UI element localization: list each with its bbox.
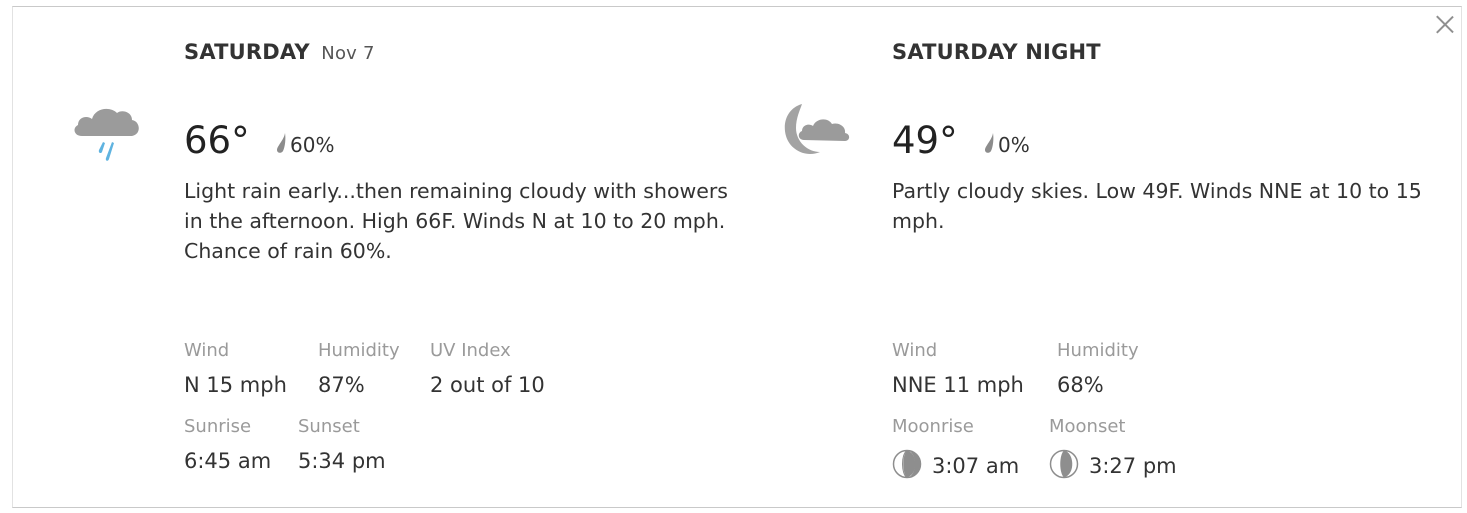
humidity-label: Humidity [318, 340, 400, 361]
day-temperature: 66° [184, 119, 250, 162]
raindrop-icon [985, 133, 994, 153]
moon-phase-icon [1049, 449, 1079, 479]
day-heading: SATURDAY Nov 7 [184, 40, 375, 64]
humidity-label: Humidity [1057, 340, 1139, 361]
wind-value: N 15 mph [184, 373, 287, 397]
night-heading: SATURDAY NIGHT [892, 40, 1101, 64]
night-moonrise: Moonrise 3:07 am [892, 416, 1019, 479]
wind-label: Wind [184, 340, 230, 361]
wind-label: Wind [892, 340, 938, 361]
close-icon[interactable] [1434, 13, 1456, 35]
humidity-value: 87% [318, 373, 365, 397]
night-moonset: Moonset 3:27 pm [1049, 416, 1177, 479]
night-temperature: 49° [892, 119, 958, 162]
day-uv-index: UV Index 2 out of 10 [430, 340, 545, 397]
night-wind: Wind NNE 11 mph [892, 340, 1024, 397]
moonset-label: Moonset [1049, 416, 1126, 437]
humidity-value: 68% [1057, 373, 1104, 397]
sunrise-value: 6:45 am [184, 449, 272, 473]
day-sunset: Sunset 5:34 pm [298, 416, 386, 473]
night-precip-value: 0% [998, 133, 1030, 157]
sunset-label: Sunset [298, 416, 360, 437]
night-humidity: Humidity 68% [1057, 340, 1139, 397]
day-date: Nov 7 [321, 43, 375, 64]
moonset-value: 3:27 pm [1089, 454, 1177, 478]
day-description: Light rain early...then remaining cloudy… [184, 179, 728, 263]
day-title: SATURDAY [184, 40, 310, 64]
night-precip-chance: 0% [982, 132, 1030, 155]
moonset-row: 3:27 pm [1049, 449, 1177, 479]
day-wind: Wind N 15 mph [184, 340, 287, 397]
rain-cloud-icon [74, 108, 139, 161]
moonrise-row: 3:07 am [892, 449, 1019, 479]
partly-cloudy-night-icon [784, 104, 850, 155]
day-sunrise: Sunrise 6:45 am [184, 416, 271, 473]
sunset-value: 5:34 pm [298, 449, 386, 473]
moonrise-label: Moonrise [892, 416, 974, 437]
day-precip-value: 60% [290, 133, 335, 157]
uv-index-label: UV Index [430, 340, 511, 361]
uv-index-value: 2 out of 10 [430, 373, 545, 397]
day-humidity: Humidity 87% [318, 340, 400, 397]
sunrise-label: Sunrise [184, 416, 252, 437]
night-description: Partly cloudy skies. Low 49F. Winds NNE … [892, 179, 1422, 233]
night-title: SATURDAY NIGHT [892, 40, 1101, 64]
raindrop-icon [277, 133, 286, 153]
moonrise-value: 3:07 am [932, 454, 1020, 478]
wind-value: NNE 11 mph [892, 373, 1024, 397]
day-precip-chance: 60% [274, 132, 334, 155]
moon-phase-icon [892, 449, 922, 479]
